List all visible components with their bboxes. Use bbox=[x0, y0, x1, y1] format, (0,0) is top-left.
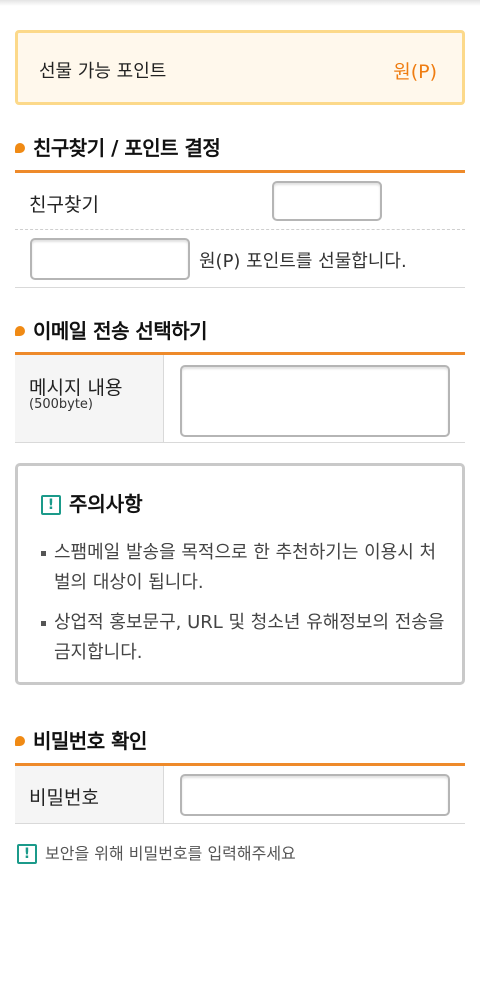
password-section-title: 비밀번호 확인 bbox=[15, 725, 147, 754]
password-input[interactable] bbox=[180, 774, 450, 816]
find-friend-label: 친구찾기 bbox=[29, 194, 99, 216]
password-section-bottom-line bbox=[15, 823, 465, 824]
notice-item: 스팸메일 발송을 목적으로 한 추천하기는 이용시 처벌의 대상이 됩니다. bbox=[41, 538, 451, 598]
bullet-icon bbox=[15, 143, 25, 153]
message-textarea[interactable] bbox=[180, 365, 450, 437]
notice-list: 스팸메일 발송을 목적으로 한 추천하기는 이용시 처벌의 대상이 됩니다. 상… bbox=[41, 538, 451, 678]
password-hint-text: 보안을 위해 비밀번호를 입력해주세요 bbox=[45, 844, 296, 863]
dashed-divider bbox=[15, 229, 465, 230]
friend-section-title: 친구찾기 / 포인트 결정 bbox=[15, 132, 221, 161]
password-hint: ! 보안을 위해 비밀번호를 입력해주세요 bbox=[17, 840, 296, 865]
message-label-cell: 메시지 내용 (500byte) bbox=[15, 355, 164, 442]
notice-title-text: 주의사항 bbox=[69, 492, 143, 516]
bullet-icon bbox=[15, 326, 25, 336]
password-label-cell: 비밀번호 bbox=[15, 766, 164, 823]
notice-item: 상업적 홍보문구, URL 및 청소년 유해정보의 전송을 금지합니다. bbox=[41, 608, 451, 668]
message-label: 메시지 내용 bbox=[29, 377, 123, 399]
find-friend-input[interactable] bbox=[272, 181, 382, 221]
gift-points-unit: 원(P) bbox=[393, 61, 437, 83]
friend-section-title-text: 친구찾기 / 포인트 결정 bbox=[33, 136, 221, 160]
points-input[interactable] bbox=[30, 238, 190, 280]
email-section-bottom-line bbox=[15, 442, 465, 443]
points-suffix: 원(P) 포인트를 선물합니다. bbox=[199, 251, 407, 272]
friend-section-bottom-line bbox=[15, 287, 465, 288]
bullet-icon bbox=[15, 736, 25, 746]
email-section-title-text: 이메일 전송 선택하기 bbox=[33, 319, 208, 343]
exclamation-icon: ! bbox=[41, 495, 61, 515]
password-section-title-text: 비밀번호 확인 bbox=[33, 729, 147, 753]
email-section-title: 이메일 전송 선택하기 bbox=[15, 315, 208, 344]
notice-title: ! 주의사항 bbox=[41, 488, 143, 517]
password-label: 비밀번호 bbox=[29, 787, 99, 809]
gift-points-box: 선물 가능 포인트 원(P) bbox=[15, 30, 465, 105]
notice-box: ! 주의사항 스팸메일 발송을 목적으로 한 추천하기는 이용시 처벌의 대상이 … bbox=[15, 463, 465, 685]
exclamation-icon: ! bbox=[17, 844, 37, 864]
top-shadow bbox=[0, 0, 480, 6]
gift-points-label: 선물 가능 포인트 bbox=[39, 61, 167, 82]
friend-section-divider bbox=[15, 170, 465, 173]
message-limit: (500byte) bbox=[29, 397, 93, 412]
